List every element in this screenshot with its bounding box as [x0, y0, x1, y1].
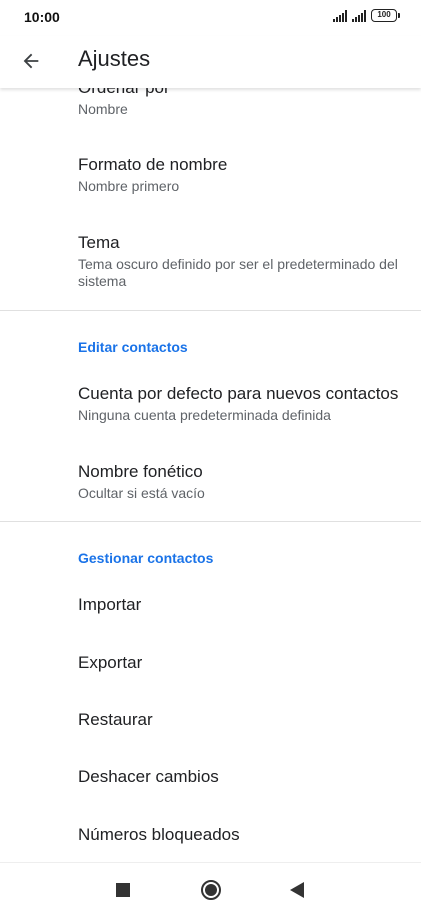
section-header-editar: Editar contactos	[78, 339, 188, 355]
setting-title: Cuenta por defecto para nuevos contactos	[78, 384, 399, 403]
settings-list[interactable]: Ordenar por Nombre Formato de nombre Nom…	[0, 88, 421, 862]
home-button[interactable]	[198, 877, 224, 903]
status-time: 10:00	[24, 9, 60, 25]
action-exportar[interactable]: Exportar	[78, 653, 142, 673]
setting-formato-nombre[interactable]: Formato de nombre Nombre primero	[78, 154, 408, 195]
divider	[0, 521, 421, 522]
status-bar: 10:00 100	[0, 0, 421, 36]
setting-subtitle: Tema oscuro definido por ser el predeter…	[78, 256, 398, 289]
square-icon	[116, 883, 130, 897]
arrow-left-icon	[23, 53, 39, 69]
signal-icon	[333, 9, 347, 22]
setting-subtitle: Nombre primero	[78, 178, 180, 194]
triangle-back-icon	[290, 882, 304, 898]
status-icons: 100	[333, 9, 400, 22]
back-nav-button[interactable]	[284, 877, 310, 903]
setting-tema[interactable]: Tema Tema oscuro definido por ser el pre…	[78, 232, 408, 290]
system-nav-bar	[0, 862, 421, 914]
setting-subtitle: Ocultar si está vacío	[78, 485, 205, 501]
app-bar: Ajustes	[0, 36, 421, 88]
setting-subtitle: Ninguna cuenta predeterminada definida	[78, 407, 331, 423]
signal-icon-2	[352, 9, 366, 22]
action-restaurar[interactable]: Restaurar	[78, 710, 153, 730]
setting-subtitle: Nombre	[78, 101, 128, 117]
circle-icon	[201, 880, 221, 900]
setting-title: Ordenar por	[78, 88, 408, 99]
setting-title: Nombre fonético	[78, 462, 203, 481]
setting-cuenta-defecto[interactable]: Cuenta por defecto para nuevos contactos…	[78, 383, 408, 424]
setting-title: Formato de nombre	[78, 155, 228, 174]
action-deshacer-cambios[interactable]: Deshacer cambios	[78, 767, 219, 787]
back-button[interactable]	[14, 44, 48, 78]
setting-ordenar-por[interactable]: Ordenar por Nombre	[78, 88, 408, 118]
action-importar[interactable]: Importar	[78, 595, 141, 615]
setting-nombre-fonetico[interactable]: Nombre fonético Ocultar si está vacío	[78, 461, 408, 502]
setting-title: Tema	[78, 233, 120, 252]
section-header-gestionar: Gestionar contactos	[78, 550, 214, 566]
battery-icon: 100	[371, 9, 400, 22]
recents-button[interactable]	[110, 877, 136, 903]
page-title: Ajustes	[78, 46, 151, 71]
action-numeros-bloqueados[interactable]: Números bloqueados	[78, 825, 240, 845]
divider	[0, 310, 421, 311]
